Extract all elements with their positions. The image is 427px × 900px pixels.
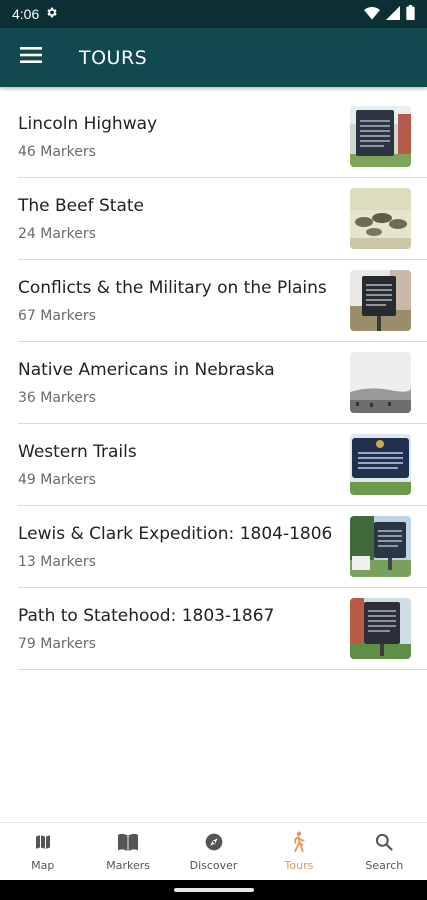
nav-label: Tours: [284, 859, 314, 872]
bottom-navigation: Map Markers Discover Tours Search: [0, 822, 427, 880]
tour-marker-count: 67 Markers: [18, 307, 96, 324]
menu-button[interactable]: [0, 28, 62, 87]
walking-icon: [288, 831, 310, 853]
page-title: TOURS: [79, 46, 148, 69]
battery-icon: [406, 5, 415, 23]
tour-title: The Beef State: [18, 195, 144, 216]
tour-title: Conflicts & the Military on the Plains: [18, 277, 327, 298]
tour-item[interactable]: Western Trails 49 Markers: [18, 424, 427, 506]
tour-item[interactable]: Conflicts & the Military on the Plains 6…: [18, 260, 427, 342]
tour-thumbnail: [350, 106, 411, 167]
signal-icon: [386, 5, 400, 23]
tour-item[interactable]: Path to Statehood: 1803-1867 79 Markers: [18, 588, 427, 670]
tour-title: Western Trails: [18, 441, 137, 462]
tour-thumbnail: [350, 598, 411, 659]
nav-tours[interactable]: Tours: [256, 823, 341, 880]
book-icon: [117, 831, 139, 853]
nav-label: Map: [31, 859, 55, 872]
map-icon: [32, 831, 54, 853]
nav-discover[interactable]: Discover: [171, 823, 256, 880]
app-bar: TOURS: [0, 28, 427, 87]
hamburger-menu-icon: [20, 47, 42, 68]
tour-marker-count: 46 Markers: [18, 143, 96, 160]
tour-marker-count: 49 Markers: [18, 471, 96, 488]
tour-marker-count: 13 Markers: [18, 553, 96, 570]
nav-markers[interactable]: Markers: [85, 823, 170, 880]
home-gesture-handle[interactable]: [174, 888, 254, 892]
nav-label: Search: [365, 859, 404, 872]
nav-search[interactable]: Search: [342, 823, 427, 880]
tour-item[interactable]: Native Americans in Nebraska 36 Markers: [18, 342, 427, 424]
search-icon: [373, 831, 395, 853]
tour-thumbnail: [350, 188, 411, 249]
tour-list: Lincoln Highway 46 Markers The Beef Stat…: [0, 96, 427, 670]
tour-item[interactable]: Lincoln Highway 46 Markers: [18, 96, 427, 178]
nav-map[interactable]: Map: [0, 823, 85, 880]
tour-item[interactable]: Lewis & Clark Expedition: 1804-1806 13 M…: [18, 506, 427, 588]
tour-thumbnail: [350, 516, 411, 577]
tour-marker-count: 79 Markers: [18, 635, 96, 652]
tour-title: Lincoln Highway: [18, 113, 158, 134]
tour-thumbnail: [350, 270, 411, 331]
tour-marker-count: 36 Markers: [18, 389, 96, 406]
tour-thumbnail: [350, 434, 411, 495]
wifi-icon: [364, 6, 380, 23]
status-time: 4:06: [12, 6, 40, 22]
tour-item[interactable]: The Beef State 24 Markers: [18, 178, 427, 260]
status-bar: 4:06: [0, 0, 427, 28]
system-gesture-bar: [0, 880, 427, 900]
nav-label: Markers: [106, 859, 150, 872]
tour-marker-count: 24 Markers: [18, 225, 96, 242]
tour-title: Lewis & Clark Expedition: 1804-1806: [18, 523, 333, 544]
compass-icon: [203, 831, 225, 853]
tour-title: Native Americans in Nebraska: [18, 359, 275, 380]
settings-gear-icon: [45, 6, 58, 22]
tour-title: Path to Statehood: 1803-1867: [18, 605, 275, 626]
nav-label: Discover: [189, 859, 238, 872]
tour-thumbnail: [350, 352, 411, 413]
